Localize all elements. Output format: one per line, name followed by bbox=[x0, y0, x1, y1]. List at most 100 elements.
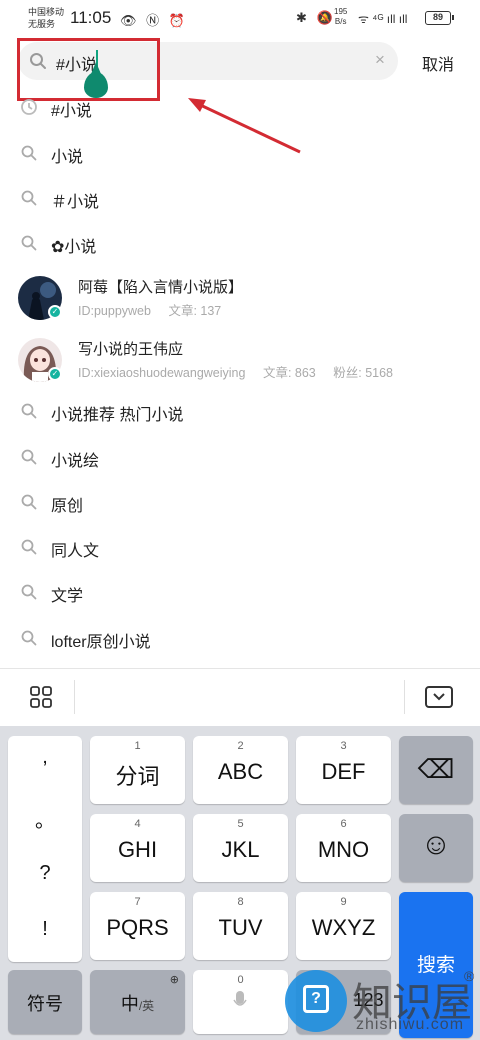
suggestion-item[interactable]: 小说 bbox=[0, 132, 480, 176]
suggestion-label: ✿小说 bbox=[51, 239, 97, 256]
key-4[interactable]: 4 GHI bbox=[90, 814, 185, 882]
key-1[interactable]: 1 分词 bbox=[90, 736, 185, 804]
key-number: 5 bbox=[237, 818, 244, 830]
suggestion-label: ＃小说 bbox=[51, 194, 100, 211]
key-9[interactable]: 9 WXYZ bbox=[296, 892, 391, 960]
user-fans: 粉丝: 5168 bbox=[333, 366, 394, 380]
zh-label: 中 bbox=[120, 994, 139, 1014]
user-articles: 文章: 863 bbox=[262, 366, 316, 380]
carrier-info: 中国移动 无服务 bbox=[28, 6, 64, 30]
user-name: 写小说的王伟应 bbox=[78, 341, 184, 358]
status-bar: 中国移动 无服务 11:05 👁 Ⓝ ⏰ ✱ 🔕 195 B/s ᯤ ⁴ᴳ ıl… bbox=[0, 0, 480, 36]
backspace-icon: ⌫ bbox=[417, 754, 455, 784]
suggestion-item[interactable]: 原创 bbox=[0, 481, 480, 525]
key-label: TUV bbox=[218, 915, 263, 940]
search-icon bbox=[21, 235, 37, 251]
suggestion-label: 同人文 bbox=[51, 543, 100, 560]
suggestion-label: 小说推荐 热门小说 bbox=[51, 407, 184, 424]
comma-key[interactable]: , bbox=[8, 746, 82, 769]
microphone-icon bbox=[233, 991, 247, 1006]
search-icon bbox=[21, 403, 37, 419]
suggestion-label: lofter原创小说 bbox=[51, 634, 151, 651]
suggestion-item[interactable]: ✿小说 bbox=[0, 222, 480, 266]
search-icon bbox=[21, 190, 37, 206]
language-label: 中/英 bbox=[90, 990, 185, 1016]
user-articles: 文章: 137 bbox=[168, 304, 222, 318]
symbols-key[interactable]: 符号 bbox=[8, 970, 82, 1034]
battery-icon: 89 bbox=[425, 11, 454, 25]
emoji-button[interactable]: ☺ bbox=[399, 814, 473, 882]
watermark-url: zhishiwu.com bbox=[356, 1016, 465, 1033]
suggestion-item[interactable]: #小说 bbox=[0, 86, 480, 130]
exclaim-key[interactable]: ! bbox=[8, 918, 82, 941]
backspace-button[interactable]: ⌫ bbox=[399, 736, 473, 804]
key-number: 2 bbox=[237, 740, 244, 752]
watermark-question-icon: ? bbox=[303, 985, 329, 1013]
suggestion-item[interactable]: lofter原创小说 bbox=[0, 617, 480, 661]
suggestion-item[interactable]: 小说绘 bbox=[0, 436, 480, 480]
key-number: 4 bbox=[134, 818, 141, 830]
user-id: ID:puppyweb bbox=[78, 304, 151, 318]
key-number: 8 bbox=[237, 896, 244, 908]
net-speed-value: 195 bbox=[334, 7, 348, 16]
status-left-icons: 👁 Ⓝ ⏰ bbox=[120, 13, 188, 28]
key-number: 0 bbox=[237, 974, 244, 986]
key-8[interactable]: 8 TUV bbox=[193, 892, 288, 960]
period-key[interactable]: 。 bbox=[8, 804, 82, 833]
suggestion-item[interactable]: 同人文 bbox=[0, 526, 480, 570]
emoji-icon: ☺ bbox=[420, 828, 452, 861]
key-5[interactable]: 5 JKL bbox=[193, 814, 288, 882]
globe-icon: ⊕ bbox=[169, 974, 179, 986]
user-meta: ID:xiexiaoshuodewangweiying 文章: 863 粉丝: … bbox=[78, 362, 407, 381]
carrier-name: 中国移动 bbox=[28, 7, 65, 17]
key-label: PQRS bbox=[106, 915, 169, 940]
verified-icon: ✓ bbox=[48, 305, 62, 319]
key-label: ABC bbox=[217, 759, 264, 784]
clear-icon[interactable]: × bbox=[372, 51, 388, 68]
key-6[interactable]: 6 MNO bbox=[296, 814, 391, 882]
key-number: 1 bbox=[134, 740, 141, 752]
toolbar-separator bbox=[74, 680, 75, 714]
key-label: DEF bbox=[321, 759, 366, 784]
user-name: 阿莓【陷入言情小说版】 bbox=[78, 279, 244, 296]
key-3[interactable]: 3 DEF bbox=[296, 736, 391, 804]
key-2[interactable]: 2 ABC bbox=[193, 736, 288, 804]
key-number: 9 bbox=[340, 896, 347, 908]
user-result[interactable]: ✓ 阿莓【陷入言情小说版】 ID:puppyweb 文章: 137 bbox=[0, 272, 480, 330]
verified-icon: ✓ bbox=[48, 367, 62, 381]
search-icon bbox=[21, 584, 37, 600]
key-label: MNO bbox=[317, 837, 370, 862]
search-icon bbox=[21, 539, 37, 555]
suggestion-label: 小说绘 bbox=[51, 453, 100, 470]
suggestion-label: #小说 bbox=[51, 103, 92, 120]
suggestion-label: 文学 bbox=[51, 588, 84, 605]
signal-icons: ᯤ ⁴ᴳ ıll ıll bbox=[358, 12, 408, 26]
keyboard-toolbar bbox=[0, 669, 480, 726]
user-result[interactable]: ✓ 写小说的王伟应 ID:xiexiaoshuodewangweiying 文章… bbox=[0, 334, 480, 392]
user-meta: ID:puppyweb 文章: 137 bbox=[78, 300, 235, 319]
cancel-button[interactable]: 取消 bbox=[422, 51, 454, 75]
key-number: 6 bbox=[340, 818, 347, 830]
key-label: 分词 bbox=[115, 764, 160, 789]
key-label: JKL bbox=[221, 837, 260, 862]
suggestion-item[interactable]: 文学 bbox=[0, 571, 480, 615]
language-toggle-key[interactable]: 中/英 ⊕ bbox=[90, 970, 185, 1034]
key-label: GHI bbox=[117, 837, 158, 862]
suggestion-item[interactable]: ＃小说 bbox=[0, 177, 480, 221]
key-number: 3 bbox=[340, 740, 347, 752]
clock: 11:05 bbox=[70, 8, 112, 27]
en-label: /英 bbox=[138, 999, 155, 1013]
grid-menu-icon[interactable] bbox=[30, 686, 52, 708]
symbols-label: 符号 bbox=[27, 994, 63, 1014]
question-key[interactable]: ? bbox=[8, 862, 82, 885]
suggestion-item[interactable]: 小说推荐 热门小说 bbox=[0, 390, 480, 434]
key-7[interactable]: 7 PQRS bbox=[90, 892, 185, 960]
net-speed: 195 B/s bbox=[334, 7, 347, 27]
search-icon bbox=[21, 449, 37, 465]
hide-keyboard-icon[interactable] bbox=[425, 686, 453, 708]
net-speed-unit: B/s bbox=[334, 17, 347, 26]
space-key[interactable]: 0 bbox=[193, 970, 288, 1034]
search-icon bbox=[21, 630, 37, 646]
toolbar-separator bbox=[404, 680, 405, 714]
suggestion-label: 小说 bbox=[51, 149, 84, 166]
